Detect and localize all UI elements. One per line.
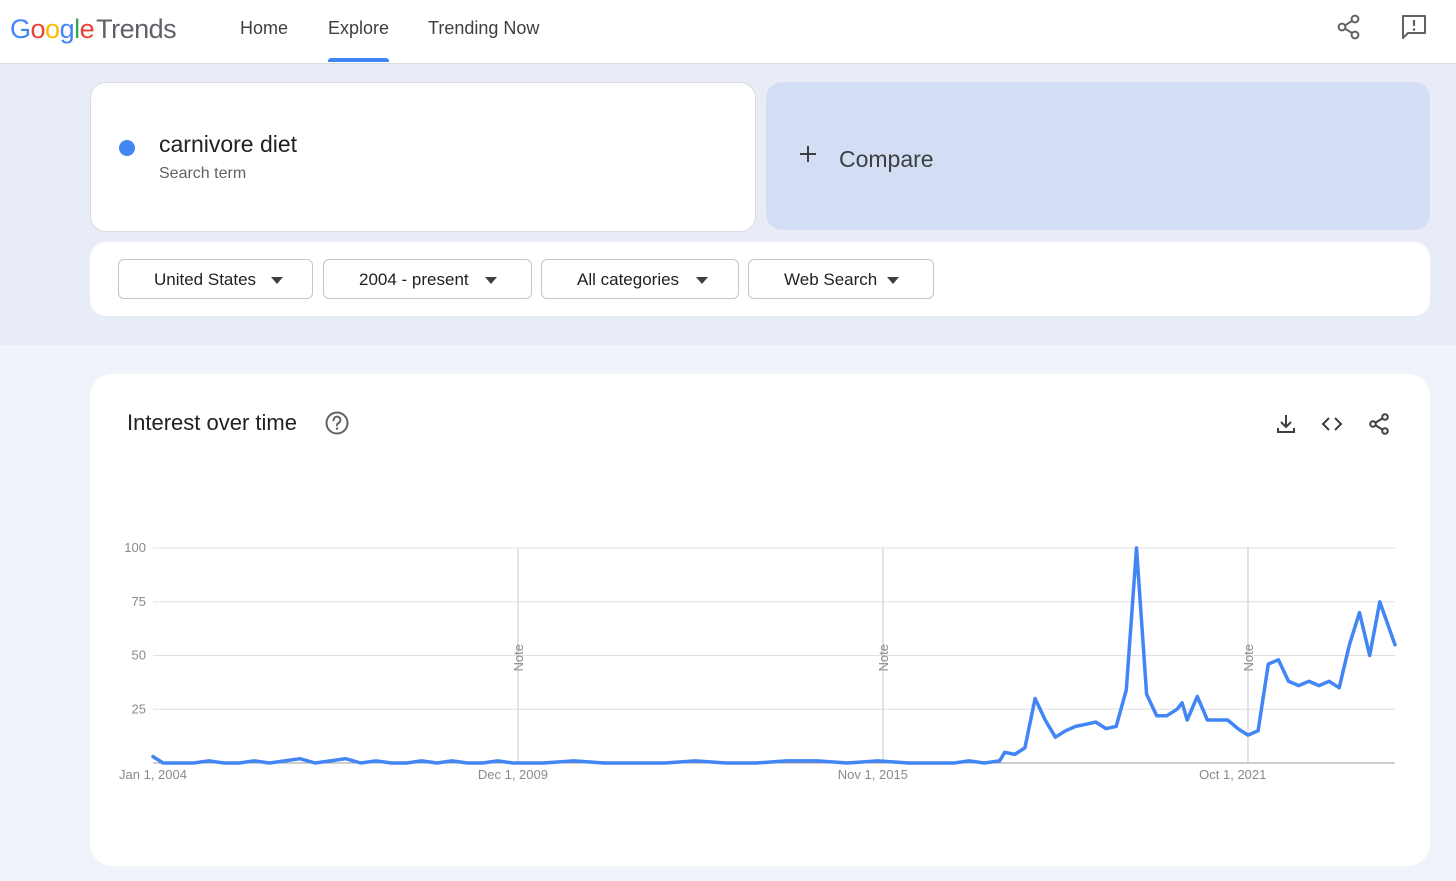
y-tick-label: 25 — [132, 701, 146, 716]
x-tick-label: Dec 1, 2009 — [478, 767, 548, 782]
search-term-name[interactable]: carnivore diet — [159, 131, 297, 158]
interest-over-time-card: Interest over time 100 75 50 25 Note Note Note… — [90, 374, 1430, 866]
tab-home[interactable]: Home — [240, 0, 288, 62]
logo-trends-text: Trends — [96, 14, 177, 44]
chevron-down-icon — [696, 277, 708, 284]
feedback-icon[interactable] — [1399, 12, 1429, 42]
chevron-down-icon — [485, 277, 497, 284]
filter-bar: United States 2004 - present All categor… — [90, 242, 1430, 316]
search-type-filter[interactable]: Web Search — [748, 259, 934, 299]
note-label: Note — [876, 644, 891, 671]
category-filter[interactable]: All categories — [541, 259, 739, 299]
time-range-filter[interactable]: 2004 - present — [323, 259, 532, 299]
category-filter-label: All categories — [577, 270, 680, 289]
google-trends-logo[interactable]: GoogleTrends — [10, 12, 177, 46]
compare-button[interactable]: Compare — [766, 82, 1430, 230]
x-tick-label: Jan 1, 2004 — [119, 767, 187, 782]
interest-line-chart: 100 75 50 25 Note Note Note Jan 1, 2004 Dec 1, 2… — [119, 540, 1397, 782]
note-label: Note — [511, 644, 526, 671]
compare-label: Compare — [839, 146, 934, 172]
term-color-dot — [119, 140, 135, 156]
y-tick-label: 100 — [124, 540, 146, 555]
region-filter[interactable]: United States — [118, 259, 313, 299]
share-icon[interactable] — [1334, 12, 1364, 42]
chevron-down-icon — [887, 277, 899, 284]
chevron-down-icon — [271, 277, 283, 284]
search-term-subtitle: Search term — [159, 165, 247, 182]
tab-trending-now[interactable]: Trending Now — [428, 0, 539, 62]
top-bar: GoogleTrends Home Explore Trending Now — [0, 0, 1456, 64]
x-tick-label: Nov 1, 2015 — [838, 767, 908, 782]
y-tick-label: 75 — [132, 594, 146, 609]
search-term-card[interactable]: carnivore diet Search term — [90, 82, 756, 232]
time-range-filter-label: 2004 - present — [359, 270, 469, 289]
tab-explore[interactable]: Explore — [328, 0, 390, 62]
plus-icon — [800, 146, 816, 162]
note-label: Note — [1241, 644, 1256, 671]
search-type-filter-label: Web Search — [784, 270, 878, 289]
x-tick-label: Oct 1, 2021 — [1199, 767, 1266, 782]
y-tick-label: 50 — [132, 648, 146, 663]
region-filter-label: United States — [154, 270, 257, 289]
